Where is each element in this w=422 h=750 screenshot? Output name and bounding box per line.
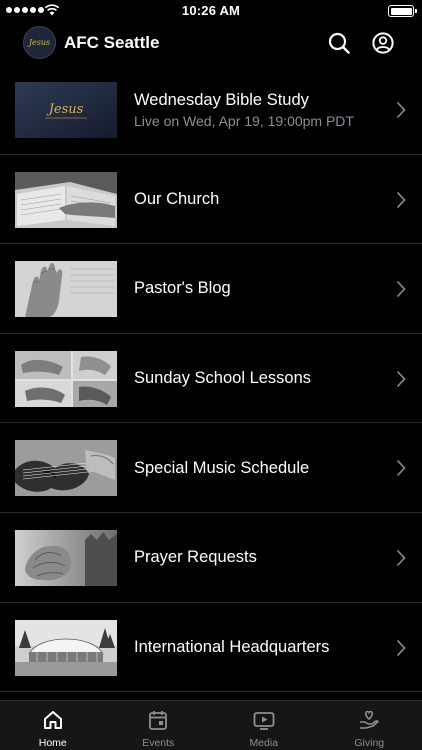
chevron-right-icon — [396, 281, 406, 298]
list-item-title: Wednesday Bible Study — [134, 90, 309, 109]
chevron-right-icon — [396, 101, 406, 119]
account-icon — [372, 32, 394, 54]
list-item-title: Special Music Schedule — [134, 458, 310, 477]
sunday-school-thumbnail — [15, 350, 117, 407]
status-bar: 10:26 AM — [0, 0, 422, 22]
list-item-subtitle: Live on Wed, Apr 19, 19:00pm PDT — [134, 112, 354, 129]
thumb-text: Jesus — [46, 102, 84, 117]
tab-media[interactable]: Media — [211, 701, 317, 750]
tab-home[interactable]: Home — [0, 701, 106, 750]
battery-icon — [388, 5, 417, 17]
list-item-special-music-schedule[interactable]: Special Music Schedule — [0, 423, 422, 513]
giving-icon — [360, 710, 380, 729]
list-item-pastors-blog[interactable]: Pastor's Blog — [0, 244, 422, 334]
list-item-our-church[interactable]: Our Church — [0, 155, 422, 245]
special-music-thumbnail — [15, 440, 117, 497]
play-icon — [253, 712, 275, 730]
church-logo: Jesus — [23, 26, 56, 59]
tab-label: Media — [249, 737, 279, 749]
tab-giving[interactable]: Giving — [317, 701, 422, 750]
chevron-right-icon — [396, 639, 406, 656]
list-item-wednesday-bible-study[interactable]: Jesus Wednesday Bible Study Live on Wed,… — [0, 65, 422, 155]
list-item-international-headquarters[interactable]: International Headquarters — [0, 603, 422, 693]
list-item-title: International Headquarters — [134, 637, 330, 656]
list-item-title: Sunday School Lessons — [134, 369, 312, 388]
chevron-right-icon — [396, 191, 406, 208]
tab-label: Home — [38, 737, 67, 749]
app-header: Jesus AFC Seattle — [0, 22, 422, 66]
content-list: Jesus Wednesday Bible Study Live on Wed,… — [0, 65, 422, 693]
search-icon — [328, 32, 350, 54]
search-button[interactable] — [326, 30, 352, 56]
tab-label: Events — [142, 737, 175, 749]
logo-text: Jesus — [28, 38, 51, 47]
tab-bar: Home Events Media Giving — [0, 700, 422, 750]
list-item-title: Prayer Requests — [134, 548, 257, 567]
list-item-title: Our Church — [134, 189, 220, 208]
our-church-thumbnail — [15, 171, 117, 228]
home-icon — [43, 711, 62, 729]
status-time: 10:26 AM — [181, 3, 241, 18]
chevron-right-icon — [396, 460, 406, 477]
chevron-right-icon — [396, 370, 406, 387]
bible-study-thumbnail: Jesus — [15, 82, 117, 138]
prayer-requests-thumbnail — [15, 529, 117, 586]
list-item-sunday-school-lessons[interactable]: Sunday School Lessons — [0, 334, 422, 424]
chevron-right-icon — [396, 549, 406, 567]
list-item-title: Pastor's Blog — [134, 279, 231, 298]
headquarters-thumbnail — [15, 619, 117, 676]
list-item-prayer-requests[interactable]: Prayer Requests — [0, 513, 422, 603]
tab-events[interactable]: Events — [106, 701, 212, 750]
app-title: AFC Seattle — [64, 33, 160, 52]
account-button[interactable] — [370, 30, 396, 56]
calendar-icon — [149, 711, 168, 730]
pastors-blog-thumbnail — [15, 261, 117, 318]
tab-label: Giving — [354, 737, 385, 749]
